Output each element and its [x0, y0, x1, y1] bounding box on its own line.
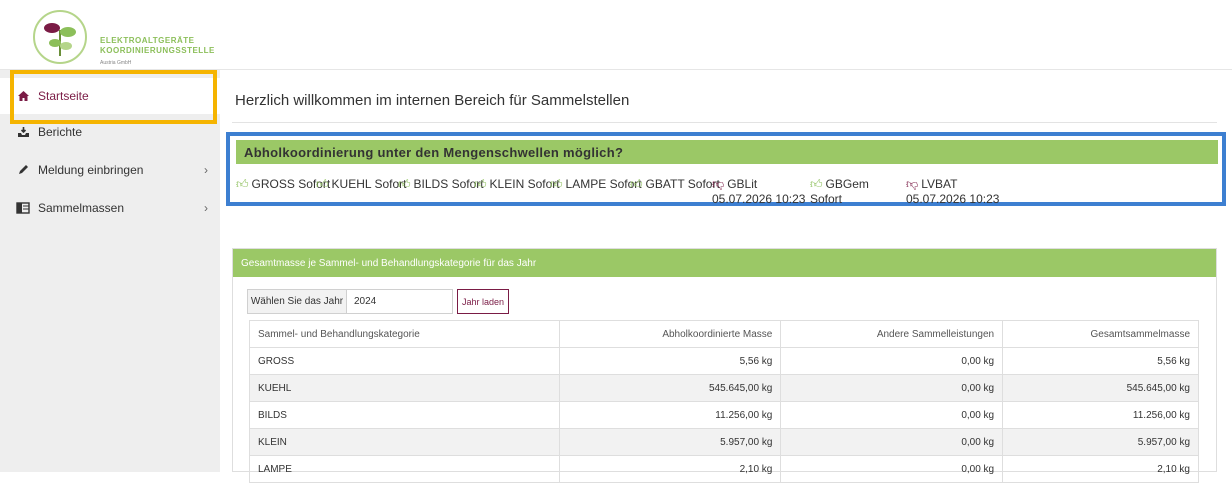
brand-subtitle: Austria GmbH	[100, 60, 132, 66]
mass-table: Sammel- und Behandlungskategorie Abholko…	[249, 320, 1199, 483]
pickup-status-panel: Abholkoordinierung unter den Mengenschwe…	[226, 132, 1226, 206]
brand-name-line2: KOORDINIERUNGSSTELLE	[100, 46, 215, 55]
column-header[interactable]: Andere Sammelleistungen	[780, 320, 1004, 348]
category-cell: LAMPE	[249, 455, 560, 483]
category-cell: KLEIN	[249, 428, 560, 456]
load-year-button[interactable]: Jahr laden	[457, 289, 509, 314]
mass-cell: 0,00 kg	[780, 455, 1004, 483]
brand-name-line1: ELEKTROALTGERÄTE	[100, 36, 195, 45]
home-icon	[16, 89, 30, 103]
sidebar: Startseite Berichte Meldung einbringen ›…	[0, 70, 220, 472]
table-row: LAMPE 2,10 kg 0,00 kg 2,10 kg	[249, 455, 1199, 483]
sidebar-item-sammelmassen[interactable]: Sammelmassen ›	[0, 190, 220, 226]
category-cell: KUEHL	[249, 374, 560, 402]
pickup-status: Sofort	[810, 192, 843, 206]
mass-cell: 2,10 kg	[558, 455, 782, 483]
sidebar-item-startseite[interactable]: Startseite	[0, 78, 220, 114]
mass-panel-title: Gesamtmasse je Sammel- und Behandlungska…	[233, 249, 1216, 277]
year-label: Wählen Sie das Jahr	[247, 289, 347, 314]
mass-cell: 5,56 kg	[558, 347, 782, 375]
brand-name: ELEKTROALTGERÄTE KOORDINIERUNGSSTELLE	[100, 36, 215, 56]
pickup-status: 05.07.2026 10:23	[712, 192, 806, 206]
chevron-right-icon: ›	[204, 163, 208, 177]
pickup-item-klein: 👍︎ KLEIN Sofort	[474, 176, 560, 192]
thumbs-up-icon: 👍︎	[398, 177, 411, 191]
thumbs-down-icon: 👎︎	[906, 177, 919, 191]
mass-cell: 5,56 kg	[1002, 347, 1199, 375]
mass-panel: Gesamtmasse je Sammel- und Behandlungska…	[232, 248, 1217, 483]
pickup-code: LAMPE	[565, 177, 607, 191]
pickup-status-line: 05.07.2026 10:23	[712, 192, 805, 206]
column-header[interactable]: Gesamtsammelmasse	[1002, 320, 1199, 348]
category-cell: GROSS	[249, 347, 560, 375]
sidebar-item-berichte[interactable]: Berichte	[0, 114, 220, 150]
thumbs-up-icon: 👍︎	[630, 177, 643, 191]
mass-cell: 0,00 kg	[780, 374, 1004, 402]
pickup-code: GBATT	[645, 177, 685, 191]
brand-logo[interactable]: ELEKTROALTGERÄTE KOORDINIERUNGSSTELLE Au…	[30, 8, 230, 68]
table-row: BILDS 11.256,00 kg 0,00 kg 11.256,00 kg	[249, 401, 1199, 429]
mass-cell: 2,10 kg	[1002, 455, 1199, 483]
pickup-status: 05.07.2026 10:23	[906, 192, 1000, 206]
pickup-code: BILDS	[413, 177, 449, 191]
year-input[interactable]: 2024	[346, 289, 453, 314]
top-header: ELEKTROALTGERÄTE KOORDINIERUNGSSTELLE Au…	[0, 0, 1232, 70]
mass-cell: 5.957,00 kg	[1002, 428, 1199, 456]
inbox-download-icon	[16, 125, 30, 139]
pickup-status-line: Sofort	[810, 192, 842, 206]
table-header-row: Sammel- und Behandlungskategorie Abholko…	[249, 320, 1199, 348]
mass-cell: 0,00 kg	[780, 401, 1004, 429]
pickup-code: KUEHL	[331, 177, 372, 191]
thumbs-up-icon: 👍︎	[550, 177, 563, 191]
pickup-code: GBLit	[727, 177, 758, 191]
pickup-item-bilds: 👍︎ BILDS Sofort	[398, 176, 484, 192]
pickup-status-line: 05.07.2026 10:23	[906, 192, 999, 206]
columns-icon	[16, 201, 30, 215]
mass-cell: 5.957,00 kg	[558, 428, 782, 456]
mass-cell: 11.256,00 kg	[558, 401, 782, 429]
pickup-panel-title: Abholkoordinierung unter den Mengenschwe…	[236, 140, 1218, 164]
thumbs-up-icon: 👍︎	[474, 177, 487, 191]
pickup-code: LVBAT	[921, 177, 958, 191]
sidebar-item-label: Berichte	[38, 125, 83, 139]
pickup-item-kuehl: 👍︎ KUEHL Sofort	[316, 176, 406, 192]
pickup-item-gbatt: 👍︎ GBATT Sofort	[630, 176, 720, 192]
table-row: KUEHL 545.645,00 kg 0,00 kg 545.645,00 kg	[249, 374, 1199, 402]
sidebar-item-label: Startseite	[38, 89, 89, 103]
pencil-icon	[16, 163, 30, 177]
mass-cell: 0,00 kg	[780, 347, 1004, 375]
mass-cell: 0,00 kg	[780, 428, 1004, 456]
column-header[interactable]: Abholkoordinierte Masse	[558, 320, 782, 348]
thumbs-up-icon: 👍︎	[810, 177, 823, 191]
pickup-item-gblit: 👎︎ GBLit	[712, 176, 757, 192]
sidebar-item-meldung-einbringen[interactable]: Meldung einbringen ›	[0, 152, 220, 188]
logo-plant-icon	[33, 10, 87, 64]
thumbs-up-icon: 👍︎	[316, 177, 329, 191]
page-title: Herzlich willkommen im internen Bereich …	[235, 92, 630, 109]
category-cell: BILDS	[249, 401, 560, 429]
pickup-item-lvbat: 👎︎ LVBAT	[906, 176, 957, 192]
column-header[interactable]: Sammel- und Behandlungskategorie	[249, 320, 560, 348]
pickup-item-gbgem: 👍︎ GBGem	[810, 176, 869, 192]
pickup-item-lampe: 👍︎ LAMPE Sofort	[550, 176, 642, 192]
table-row: KLEIN 5.957,00 kg 0,00 kg 5.957,00 kg	[249, 428, 1199, 456]
sidebar-item-label: Meldung einbringen	[38, 163, 144, 177]
table-row: GROSS 5,56 kg 0,00 kg 5,56 kg	[249, 347, 1199, 375]
mass-cell: 545.645,00 kg	[558, 374, 782, 402]
chevron-right-icon: ›	[204, 201, 208, 215]
sidebar-item-label: Sammelmassen	[38, 201, 125, 215]
divider	[232, 122, 1217, 123]
pickup-code: GROSS	[251, 177, 295, 191]
thumbs-up-icon: 👍︎	[236, 177, 249, 191]
pickup-code: KLEIN	[489, 177, 525, 191]
pickup-code: GBGem	[825, 177, 869, 191]
mass-cell: 11.256,00 kg	[1002, 401, 1199, 429]
thumbs-down-icon: 👎︎	[712, 177, 725, 191]
mass-cell: 545.645,00 kg	[1002, 374, 1199, 402]
